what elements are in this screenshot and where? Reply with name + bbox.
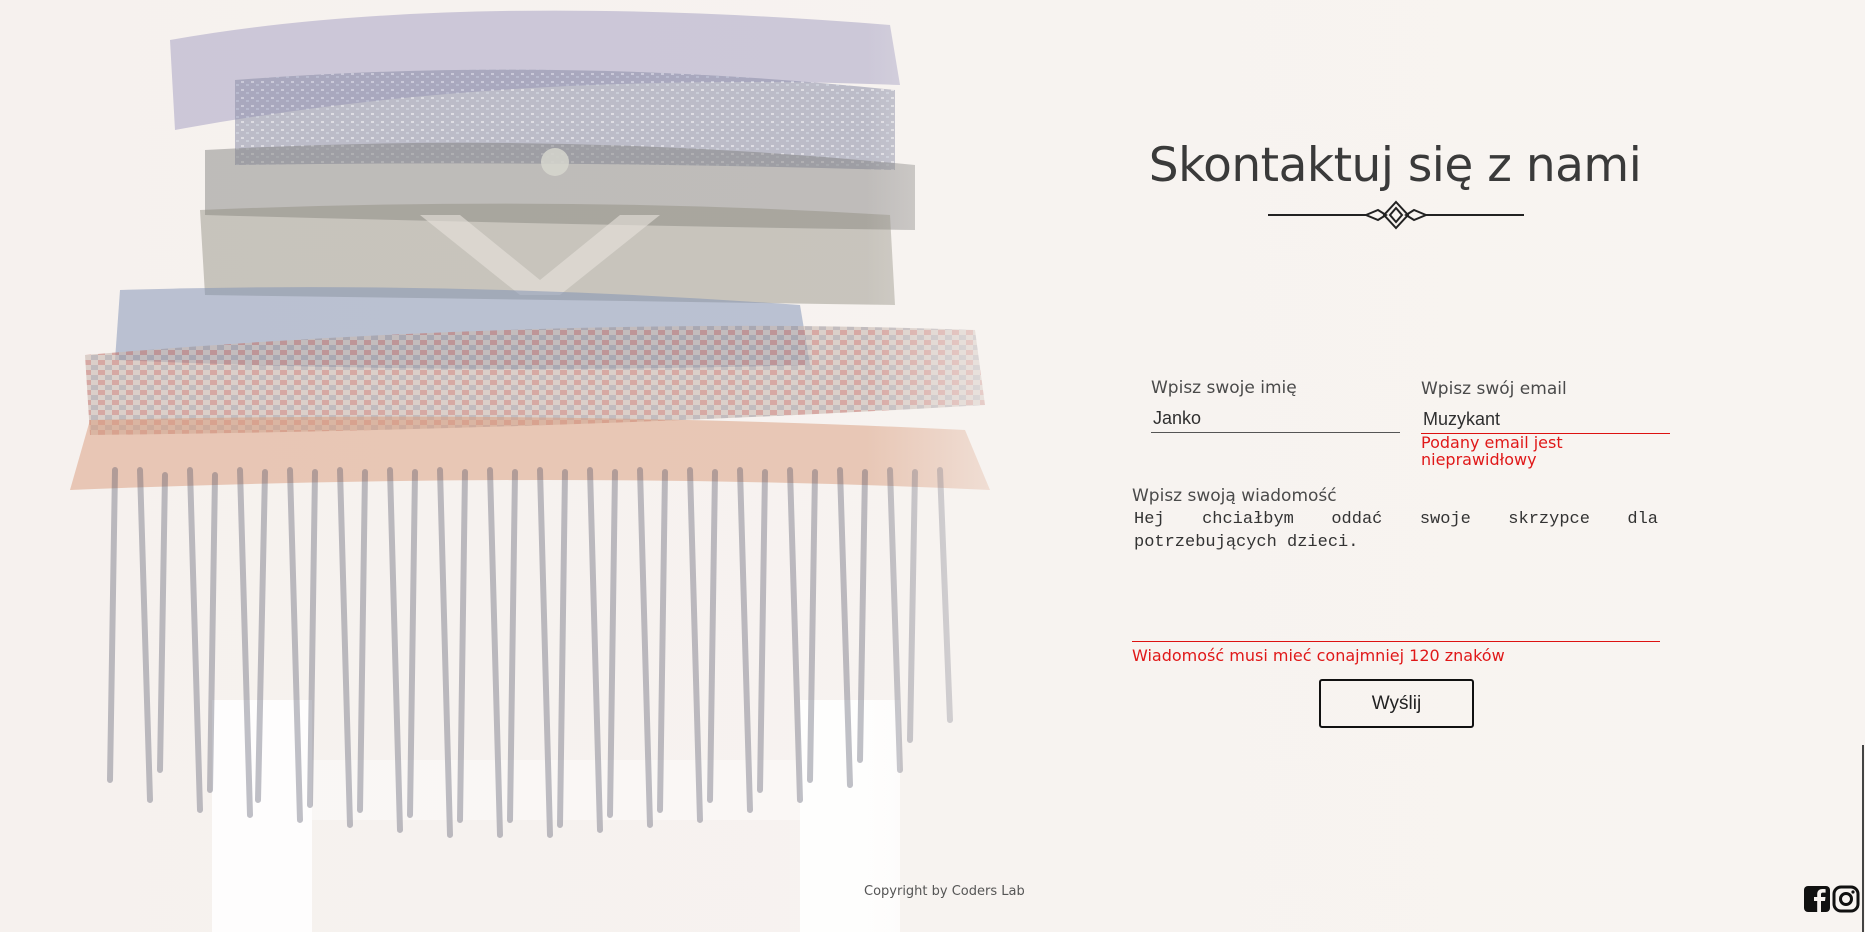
hero-image [0, 0, 1110, 932]
instagram-link[interactable] [1832, 885, 1860, 913]
page-title: Skontaktuj się z nami [1148, 138, 1642, 193]
message-label: Wpisz swoją wiadomość [1132, 486, 1337, 506]
scroll-edge [1862, 745, 1864, 932]
email-error-line-1: Podany email jest [1421, 433, 1563, 452]
instagram-icon [1832, 885, 1860, 913]
copyright-text: Copyright by Coders Lab [864, 884, 1025, 899]
facebook-link[interactable] [1803, 885, 1831, 913]
email-input[interactable] [1421, 406, 1670, 434]
email-error: Podany email jest nieprawidłowy [1421, 434, 1563, 468]
name-input[interactable] [1151, 405, 1400, 433]
name-label: Wpisz swoje imię [1151, 378, 1297, 398]
ornament-divider [1268, 200, 1524, 230]
email-label: Wpisz swój email [1421, 379, 1567, 399]
message-textarea[interactable]: Hej chciałbym oddać swoje skrzypce dla p… [1132, 506, 1660, 642]
email-error-line-2: nieprawidłowy [1421, 450, 1537, 469]
submit-button[interactable]: Wyślij [1319, 679, 1474, 728]
facebook-icon [1804, 886, 1830, 912]
message-error: Wiadomość musi mieć conajmniej 120 znakó… [1132, 646, 1505, 665]
